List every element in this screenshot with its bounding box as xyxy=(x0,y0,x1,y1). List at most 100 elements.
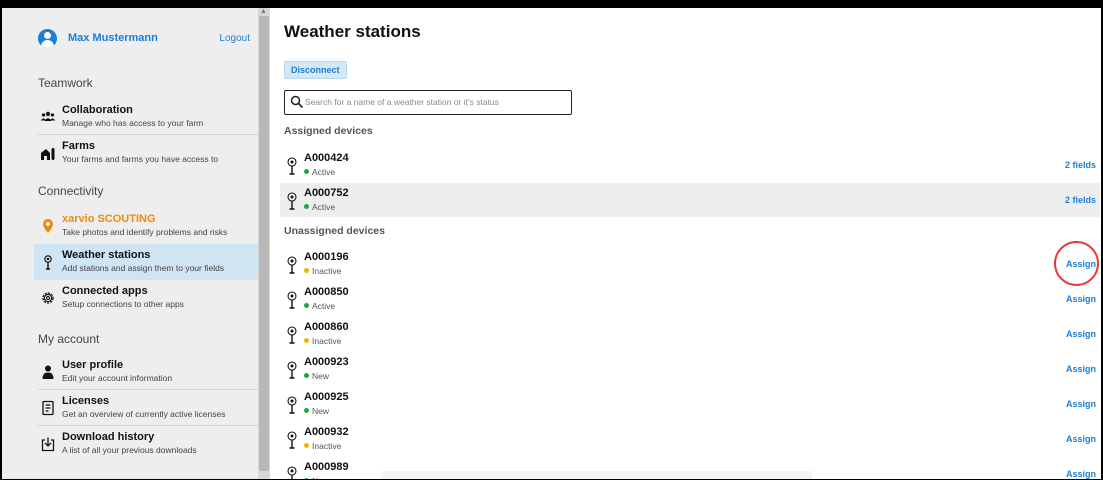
sidebar-item-label: Download history xyxy=(62,431,155,443)
farm-icon xyxy=(41,148,55,160)
search-box[interactable] xyxy=(284,90,572,115)
logout-link[interactable]: Logout xyxy=(219,33,250,44)
sidebar-item-label: Connected apps xyxy=(62,285,148,297)
sidebar-item-download-history[interactable]: Download history A list of all your prev… xyxy=(34,426,258,462)
device-name: A000989 xyxy=(304,461,349,473)
section-connectivity: Connectivity xyxy=(38,184,104,198)
status-label: Inactive xyxy=(312,266,342,276)
sidebar-item-label: Collaboration xyxy=(62,104,133,116)
status-dot-icon xyxy=(304,338,309,343)
sidebar: Max Mustermann Logout Teamwork Collabora… xyxy=(2,8,264,479)
gear-icon xyxy=(42,292,54,304)
status-label: New xyxy=(312,406,330,416)
sidebar-item-description: Setup connections to other apps xyxy=(62,299,184,309)
weather-station-icon xyxy=(287,431,297,449)
status-label: Inactive xyxy=(312,336,342,346)
assign-link[interactable]: Assign xyxy=(1066,329,1096,339)
person-icon xyxy=(42,365,54,379)
people-icon xyxy=(40,111,56,121)
page-title: Weather stations xyxy=(284,22,421,41)
assign-link[interactable]: Assign xyxy=(1066,399,1096,409)
device-name: A000424 xyxy=(304,152,349,164)
disconnect-button[interactable]: Disconnect xyxy=(284,61,347,79)
device-name: A000932 xyxy=(304,426,349,438)
device-status: Active xyxy=(304,202,335,212)
sidebar-item-xarvio-scouting[interactable]: xarvio SCOUTING Take photos and identify… xyxy=(34,208,258,244)
sidebar-item-label: xarvio SCOUTING xyxy=(62,213,156,225)
status-label: Inactive xyxy=(312,441,342,451)
assign-link[interactable]: Assign xyxy=(1066,364,1096,374)
license-icon xyxy=(42,400,54,416)
assign-link[interactable]: Assign xyxy=(1066,469,1096,479)
sidebar-item-description: Manage who has access to your farm xyxy=(62,118,204,128)
download-icon xyxy=(41,437,55,452)
weather-station-icon xyxy=(287,256,297,274)
status-dot-icon xyxy=(304,268,309,273)
sidebar-item-label: Weather stations xyxy=(62,249,151,261)
unassigned-devices-heading: Unassigned devices xyxy=(284,225,385,237)
device-status: Inactive xyxy=(304,336,341,346)
location-pin-icon xyxy=(43,219,53,233)
sidebar-item-collaboration[interactable]: Collaboration Manage who has access to y… xyxy=(34,99,258,135)
device-row[interactable]: A000850 Active Assign xyxy=(280,282,1100,316)
device-name: A000925 xyxy=(304,391,349,403)
sidebar-item-farms[interactable]: Farms Your farms and farms you have acce… xyxy=(34,135,258,171)
status-dot-icon xyxy=(304,478,309,479)
weather-station-icon xyxy=(287,466,297,479)
device-row[interactable]: A000860 Inactive Assign xyxy=(280,317,1100,351)
device-status: Inactive xyxy=(304,441,341,451)
sidebar-item-label: Farms xyxy=(62,140,96,152)
sidebar-item-licenses[interactable]: Licenses Get an overview of currently ac… xyxy=(34,390,258,426)
device-status: Inactive xyxy=(304,266,341,276)
device-name: A000752 xyxy=(304,187,349,199)
scrollbar-thumb[interactable] xyxy=(259,16,269,471)
weather-station-icon xyxy=(287,326,297,344)
assign-link[interactable]: Assign xyxy=(1066,434,1096,444)
main-content: Weather stations Disconnect Assigned dev… xyxy=(272,8,1101,479)
device-status: Active xyxy=(304,301,335,311)
status-label: Active xyxy=(312,301,336,311)
status-dot-icon xyxy=(304,408,309,413)
section-teamwork: Teamwork xyxy=(38,76,93,90)
highlight-circle xyxy=(1054,241,1099,286)
status-dot-icon xyxy=(304,169,309,174)
scroll-up-arrow-icon[interactable]: ▲ xyxy=(260,8,267,16)
sidebar-item-label: User profile xyxy=(62,359,124,371)
device-name: A000860 xyxy=(304,321,349,333)
sidebar-item-user-profile[interactable]: User profile Edit your account informati… xyxy=(34,354,258,390)
sidebar-item-description: Get an overview of currently active lice… xyxy=(62,409,226,419)
device-row[interactable]: A000932 Inactive Assign xyxy=(280,422,1100,456)
weather-station-icon xyxy=(287,157,297,175)
device-row[interactable]: A000923 New Assign xyxy=(280,352,1100,386)
status-label: New xyxy=(312,476,329,479)
device-name: A000923 xyxy=(304,356,349,368)
assign-link[interactable]: Assign xyxy=(1066,294,1096,304)
device-row[interactable]: A000424 Active 2 fields xyxy=(280,148,1100,182)
sidebar-item-weather-stations[interactable]: Weather stations Add stations and assign… xyxy=(34,244,258,280)
fields-link[interactable]: 2 fields xyxy=(1065,195,1096,205)
sidebar-scrollbar[interactable]: ▲ xyxy=(258,8,270,479)
sidebar-item-label: Licenses xyxy=(62,395,110,407)
status-label: Active xyxy=(312,167,336,177)
user-header: Max Mustermann Logout xyxy=(38,29,250,49)
avatar-icon[interactable] xyxy=(38,29,57,48)
search-input[interactable] xyxy=(305,93,567,111)
weather-station-icon xyxy=(287,396,297,414)
app-window: Max Mustermann Logout Teamwork Collabora… xyxy=(0,8,1103,479)
fields-link[interactable]: 2 fields xyxy=(1065,160,1096,170)
device-name: A000850 xyxy=(304,286,349,298)
assigned-devices-heading: Assigned devices xyxy=(284,125,373,137)
device-row[interactable]: A000196 Inactive Assign xyxy=(280,247,1100,281)
device-row[interactable]: A000752 Active 2 fields xyxy=(280,183,1100,217)
weather-station-icon xyxy=(287,361,297,379)
sidebar-item-connected-apps[interactable]: Connected apps Setup connections to othe… xyxy=(34,280,258,316)
weather-station-icon xyxy=(287,192,297,210)
status-dot-icon xyxy=(304,204,309,209)
user-name: Max Mustermann xyxy=(68,32,158,44)
status-dot-icon xyxy=(304,303,309,308)
status-label: Active xyxy=(312,202,336,212)
device-row[interactable]: A000925 New Assign xyxy=(280,387,1100,421)
weather-station-icon xyxy=(287,291,297,309)
status-dot-icon xyxy=(304,443,309,448)
device-name: A000196 xyxy=(304,251,349,263)
